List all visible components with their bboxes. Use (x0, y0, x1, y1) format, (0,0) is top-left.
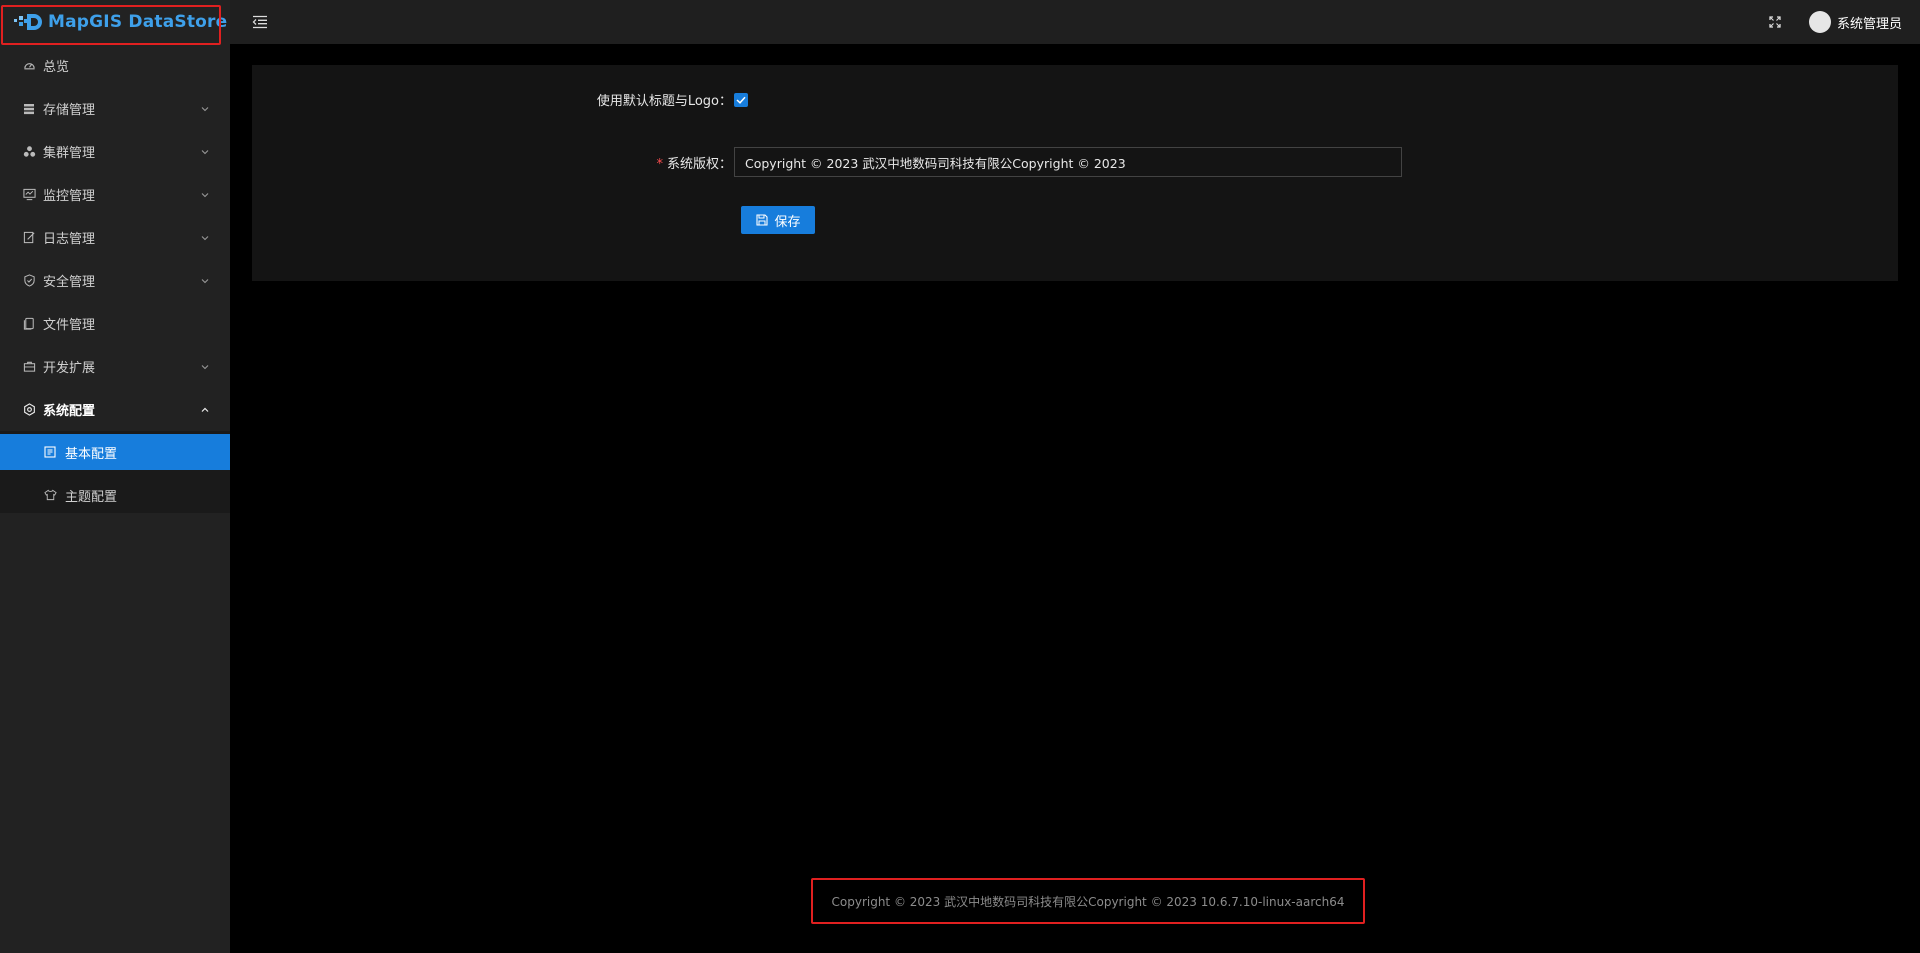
sidebar-item-cluster[interactable]: 集群管理 (0, 130, 230, 173)
header-right: 系统管理员 (1767, 0, 1902, 44)
logo[interactable]: MapGIS DataStore (0, 0, 230, 45)
save-button[interactable]: 保存 (741, 206, 815, 234)
required-asterisk: * (656, 156, 663, 172)
username[interactable]: 系统管理员 (1837, 13, 1902, 32)
file-icon (22, 317, 36, 331)
copyright-input[interactable] (734, 147, 1402, 177)
chevron-up-icon (200, 405, 210, 415)
chevron-down-icon (200, 362, 210, 372)
settings-icon (22, 403, 36, 417)
avatar[interactable] (1808, 11, 1831, 33)
top-header: 系统管理员 (230, 0, 1920, 44)
sidebar-item-overview[interactable]: 总览 (0, 44, 230, 87)
sidebar-subitem-basic-config[interactable]: 基本配置 (0, 434, 230, 470)
sidebar-item-label: 集群管理 (43, 146, 96, 161)
sidebar-item-label: 总览 (43, 60, 70, 75)
footer-copyright: Copyright © 2023 武汉中地数码司科技有限公Copyright ©… (811, 878, 1365, 924)
sidebar-item-security[interactable]: 安全管理 (0, 259, 230, 302)
cluster-icon (22, 145, 36, 159)
chevron-down-icon (200, 233, 210, 243)
fullscreen-icon[interactable] (1767, 14, 1783, 30)
form-row-actions: 保存 (741, 206, 815, 234)
sidebar-menu: 总览 存储管理 集群管理 监控管理 日志管理 安全管理 文件管理 开发扩展 系统… (0, 44, 230, 431)
sidebar-subitem-label: 基本配置 (65, 446, 118, 462)
save-button-label: 保存 (774, 214, 801, 230)
sidebar-item-label: 安全管理 (43, 275, 96, 290)
sidebar-item-system-config[interactable]: 系统配置 (0, 388, 230, 431)
default-logo-checkbox[interactable] (734, 92, 748, 107)
chevron-down-icon (200, 190, 210, 200)
sidebar: MapGIS DataStore 总览 存储管理 集群管理 监控管理 日志管理 … (0, 0, 230, 953)
copyright-label-text: 系统版权： (666, 156, 732, 172)
check-icon (736, 96, 746, 104)
sidebar-item-dev-extension[interactable]: 开发扩展 (0, 345, 230, 388)
form-row-default-logo: 使用默认标题与Logo： (252, 90, 748, 109)
basic-config-card: 使用默认标题与Logo： *系统版权： 保存 (252, 65, 1898, 281)
sidebar-item-monitor[interactable]: 监控管理 (0, 173, 230, 216)
logo-mark-icon (14, 12, 44, 32)
sidebar-item-label: 监控管理 (43, 189, 96, 204)
footer-text: Copyright © 2023 武汉中地数码司科技有限公Copyright ©… (831, 894, 1345, 909)
sidebar-item-logs[interactable]: 日志管理 (0, 216, 230, 259)
sidebar-subitem-label: 主题配置 (65, 489, 118, 505)
skin-icon (43, 488, 57, 502)
chevron-down-icon (200, 104, 210, 114)
log-icon (22, 231, 36, 245)
sidebar-subitem-theme-config[interactable]: 主题配置 (0, 477, 230, 513)
sidebar-item-label: 日志管理 (43, 232, 96, 247)
sidebar-item-label: 开发扩展 (43, 361, 96, 376)
sidebar-item-label: 文件管理 (43, 318, 96, 333)
dashboard-icon (22, 59, 36, 73)
monitor-icon (22, 188, 36, 202)
database-icon (22, 102, 36, 116)
form-icon (43, 445, 57, 459)
menu-fold-icon[interactable] (250, 12, 270, 32)
default-logo-label: 使用默认标题与Logo： (596, 94, 732, 109)
form-row-copyright: * 系统版权： (252, 147, 1402, 177)
system-config-submenu: 基本配置 主题配置 (0, 431, 230, 513)
sidebar-item-files[interactable]: 文件管理 (0, 302, 230, 345)
save-icon (755, 214, 768, 227)
sidebar-item-label: 系统配置 (43, 404, 96, 419)
sidebar-item-label: 存储管理 (43, 103, 96, 118)
copyright-label: * 系统版权： (252, 153, 732, 172)
chevron-down-icon (200, 276, 210, 286)
toolbox-icon (22, 360, 36, 374)
shield-icon (22, 274, 36, 288)
chevron-down-icon (200, 147, 210, 157)
sidebar-item-storage[interactable]: 存储管理 (0, 87, 230, 130)
